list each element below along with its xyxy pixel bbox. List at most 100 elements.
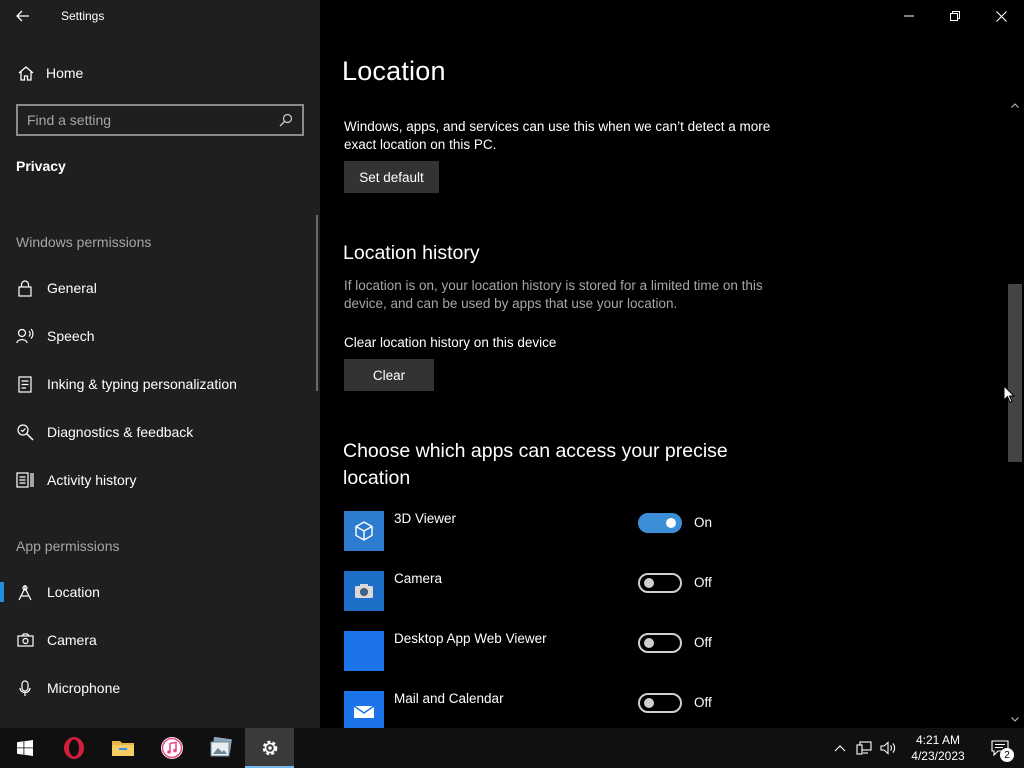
toggle-state: Off xyxy=(694,635,712,650)
location-history-heading: Location history xyxy=(343,242,480,264)
mail-icon xyxy=(344,691,384,728)
sidebar-item-label: Diagnostics & feedback xyxy=(47,424,194,440)
start-button[interactable] xyxy=(0,728,49,768)
camera-app-icon xyxy=(344,571,384,611)
windows-start-icon xyxy=(16,740,33,756)
apps-access-heading: Choose which apps can access your precis… xyxy=(343,440,728,489)
scroll-up-icon[interactable] xyxy=(1006,98,1024,112)
activity-history-icon xyxy=(15,472,35,488)
app-name: Camera xyxy=(394,571,443,586)
sidebar-item-home[interactable]: Home xyxy=(0,56,320,90)
sidebar-item-label: General xyxy=(47,280,97,296)
toggle-3d-viewer[interactable] xyxy=(638,513,682,533)
volume-icon xyxy=(879,741,895,755)
volume-button[interactable] xyxy=(876,728,900,768)
toggle-desktop-app-web-viewer[interactable] xyxy=(638,633,682,653)
sidebar-item-label: Location xyxy=(47,584,100,600)
camera-icon xyxy=(15,633,35,647)
tray-expand-button[interactable] xyxy=(828,728,852,768)
app-title: Settings xyxy=(61,9,105,23)
toggle-knob xyxy=(644,698,654,708)
toggle-mail-and-calendar[interactable] xyxy=(638,693,682,713)
app-name: Desktop App Web Viewer xyxy=(394,631,547,646)
inking-icon xyxy=(15,375,35,393)
diagnostics-icon xyxy=(15,423,35,441)
sidebar-item-label: Camera xyxy=(47,632,97,648)
sidebar-item-general[interactable]: General xyxy=(0,268,316,308)
network-button[interactable] xyxy=(852,728,876,768)
close-icon xyxy=(995,10,1007,22)
clear-button[interactable]: Clear xyxy=(344,359,434,391)
minimize-icon xyxy=(904,15,914,17)
taskbar-settings[interactable] xyxy=(245,728,294,768)
clear-history-label: Clear location history on this device xyxy=(344,335,557,350)
content-scrollbar[interactable] xyxy=(1006,98,1024,726)
sidebar-item-label: Home xyxy=(46,65,84,81)
sidebar-scrollbar[interactable] xyxy=(316,215,318,391)
sidebar-item-camera[interactable]: Camera xyxy=(0,620,316,660)
minimize-button[interactable] xyxy=(886,0,932,32)
app-row-camera: Camera Off xyxy=(344,571,1024,613)
back-button[interactable] xyxy=(0,0,46,32)
taskbar-file-explorer[interactable] xyxy=(98,728,147,768)
clock[interactable]: 4:21 AM 4/23/2023 xyxy=(900,732,976,764)
app-name: 3D Viewer xyxy=(394,511,457,526)
sidebar-item-inking[interactable]: Inking & typing personalization xyxy=(0,364,316,404)
toggle-state: On xyxy=(694,515,713,530)
taskbar-opera[interactable] xyxy=(49,728,98,768)
close-button[interactable] xyxy=(978,0,1024,32)
settings-gear-icon xyxy=(262,740,277,756)
search-input[interactable] xyxy=(18,106,274,134)
web-viewer-icon xyxy=(344,631,384,671)
back-arrow-icon xyxy=(16,10,29,22)
set-default-button[interactable]: Set default xyxy=(344,161,439,193)
restore-button[interactable] xyxy=(932,0,978,32)
mouse-cursor-icon xyxy=(1003,385,1015,404)
app-row-3d-viewer: 3D Viewer On xyxy=(344,511,1024,553)
sidebar-item-label: Activity history xyxy=(47,472,137,488)
search-icon[interactable] xyxy=(274,113,298,127)
default-location-description: Windows, apps, and services can use this… xyxy=(344,119,771,152)
toggle-state: Off xyxy=(694,695,712,710)
system-tray: 4:21 AM 4/23/2023 2 xyxy=(828,728,1024,768)
toggle-knob xyxy=(644,638,654,648)
group-heading-windows-permissions: Windows permissions xyxy=(16,234,152,250)
toggle-state: Off xyxy=(694,575,712,590)
home-icon xyxy=(16,65,36,81)
3d-viewer-icon xyxy=(344,511,384,551)
page-title: Location xyxy=(342,56,446,86)
location-icon xyxy=(15,584,35,601)
restore-icon xyxy=(950,11,960,21)
sidebar-item-microphone[interactable]: Microphone xyxy=(0,668,316,708)
app-name: Mail and Calendar xyxy=(394,691,504,706)
scrollbar-thumb[interactable] xyxy=(1008,284,1022,462)
clock-date: 4/23/2023 xyxy=(911,749,965,763)
clock-time: 4:21 AM xyxy=(915,733,961,747)
content-pane: Location Windows, apps, and services can… xyxy=(320,0,1024,728)
taskbar-itunes[interactable] xyxy=(147,728,196,768)
sidebar-item-label: Inking & typing personalization xyxy=(47,376,237,392)
sidebar-item-activity-history[interactable]: Activity history xyxy=(0,460,316,500)
sidebar-item-label: Microphone xyxy=(47,680,121,696)
app-row-mail-and-calendar: Mail and Calendar Off xyxy=(344,691,1024,728)
search-box[interactable] xyxy=(16,104,304,136)
title-bar: Settings xyxy=(0,0,320,32)
photos-icon xyxy=(210,737,232,757)
sidebar-item-diagnostics[interactable]: Diagnostics & feedback xyxy=(0,412,316,452)
sidebar-item-location[interactable]: Location xyxy=(0,572,316,612)
speech-icon xyxy=(15,328,35,344)
taskbar-photos[interactable] xyxy=(196,728,245,768)
lock-icon xyxy=(15,279,35,297)
action-center-button[interactable]: 2 xyxy=(976,728,1024,768)
sidebar-item-label: Speech xyxy=(47,328,95,344)
toggle-knob xyxy=(644,578,654,588)
toggle-camera[interactable] xyxy=(638,573,682,593)
toggle-knob xyxy=(666,518,676,528)
section-title: Privacy xyxy=(16,158,66,174)
scroll-down-icon[interactable] xyxy=(1006,712,1024,726)
taskbar: 4:21 AM 4/23/2023 2 xyxy=(0,728,1024,768)
chevron-up-icon xyxy=(834,744,846,751)
notification-count-badge: 2 xyxy=(1000,748,1014,762)
sidebar-item-speech[interactable]: Speech xyxy=(0,316,316,356)
app-row-desktop-app-web-viewer: Desktop App Web Viewer Off xyxy=(344,631,1024,673)
